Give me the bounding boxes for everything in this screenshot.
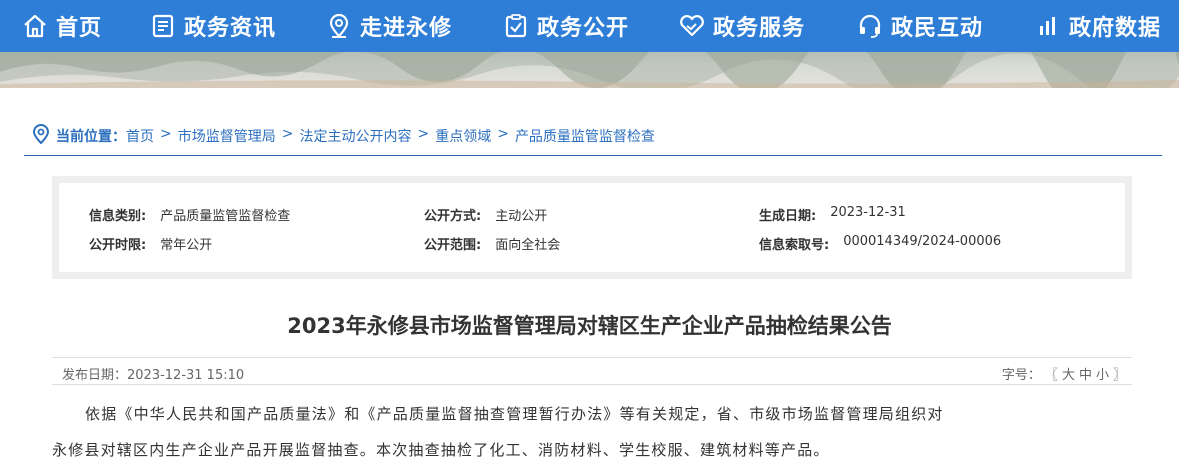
info-scope-key: 公开范围: [424, 238, 482, 253]
handshake-heart-icon [679, 13, 705, 39]
font-size-large-button[interactable]: 大 [1062, 364, 1075, 383]
publish-date: 发布日期：2023-12-31 15:10 [62, 368, 245, 383]
info-time-key: 公开时限: [89, 238, 147, 253]
breadcrumb-link-home[interactable]: 首页 [126, 126, 154, 146]
home-icon [22, 13, 48, 39]
article-paragraph-line-1: 依据《中华人民共和国产品质量法》和《产品质量监督抽查管理暂行办法》等有关规定，省… [85, 405, 944, 423]
article-paragraph-line-2: 永修县对辖区内生产企业产品开展监督抽查。本次抽查抽检了化工、消防材料、学生校服、… [52, 441, 830, 459]
breadcrumb-link-quality[interactable]: 产品质量监管监督检查 [515, 126, 655, 146]
info-category-value: 产品质量监管监督检查 [160, 209, 291, 224]
info-index-value: 000014349/2024-00006 [843, 234, 1002, 249]
nav-item-data[interactable]: 政府数据 [1035, 0, 1161, 52]
nav-item-service[interactable]: 政务服务 [679, 0, 805, 52]
location-pin-icon [32, 124, 50, 145]
font-size-switcher: 字号： 〖 大 中 小 〗 [1002, 364, 1126, 383]
info-category-key: 信息类别: [89, 209, 147, 224]
info-index-key: 信息索取号: [759, 238, 830, 253]
info-time-value: 常年公开 [160, 238, 213, 253]
breadcrumb-label: 当前位置： [56, 129, 126, 145]
nav-item-label: 政务服务 [713, 16, 806, 41]
top-nav: 首页 政务资讯 走进永修 政务公开 政务服务 政民互动 政府数据 [0, 0, 1179, 52]
bar-chart-icon [1035, 13, 1061, 39]
breadcrumb-link-market[interactable]: 市场监督管理局 [178, 126, 276, 146]
info-index: 信息索取号: 000014349/2024-00006 [759, 234, 1001, 253]
font-size-small-button[interactable]: 小 [1096, 364, 1109, 383]
breadcrumb-link-legal[interactable]: 法定主动公开内容 [299, 126, 411, 146]
info-category: 信息类别: 产品质量监管监督检查 [89, 205, 290, 224]
breadcrumb-separator: > [281, 126, 294, 142]
nav-item-label: 政民互动 [891, 16, 984, 41]
location-icon [326, 13, 352, 39]
banner-image [0, 52, 1179, 88]
info-method: 公开方式: 主动公开 [424, 205, 547, 224]
info-time: 公开时限: 常年公开 [89, 234, 212, 253]
breadcrumb: 当前位置： 首页 > 市场监督管理局 > 法定主动公开内容 > 重点领域 > 产… [24, 122, 1162, 156]
font-size-medium-button[interactable]: 中 [1079, 364, 1092, 383]
breadcrumb-link-key-areas[interactable]: 重点领域 [435, 126, 491, 146]
nav-item-label: 政务公开 [537, 16, 630, 41]
breadcrumb-separator: > [497, 126, 509, 142]
breadcrumb-separator: > [160, 126, 172, 142]
nav-item-public[interactable]: 政务公开 [503, 0, 629, 52]
nav-item-news[interactable]: 政务资讯 [150, 0, 276, 52]
font-size-label: 字号： [1001, 368, 1041, 383]
info-created-value: 2023-12-31 [830, 205, 906, 220]
breadcrumb-separator: > [417, 126, 430, 142]
nav-item-label: 首页 [56, 16, 103, 41]
info-scope: 公开范围: 面向全社会 [424, 234, 560, 253]
font-size-bracket-close: 〗 [1112, 368, 1126, 383]
font-size-bracket-open: 〖 [1044, 368, 1058, 383]
info-box: 信息类别: 产品质量监管监督检查 公开方式: 主动公开 生成日期: 2023-1… [52, 176, 1132, 279]
headset-icon [857, 13, 883, 39]
info-method-key: 公开方式: [424, 209, 482, 224]
news-icon [150, 13, 176, 39]
info-created-key: 生成日期: [759, 209, 817, 224]
clipboard-check-icon [503, 13, 529, 39]
info-created: 生成日期: 2023-12-31 [759, 205, 906, 224]
nav-item-label: 政府数据 [1069, 16, 1162, 41]
nav-item-about[interactable]: 走进永修 [326, 0, 452, 52]
info-scope-value: 面向全社会 [495, 238, 561, 253]
nav-item-home[interactable]: 首页 [22, 0, 102, 52]
nav-item-label: 走进永修 [360, 16, 453, 41]
article-meta-bar: 发布日期：2023-12-31 15:10 字号： 〖 大 中 小 〗 [52, 357, 1132, 385]
nav-item-label: 政务资讯 [184, 16, 277, 41]
info-method-value: 主动公开 [495, 209, 548, 224]
article-title: 2023年永修县市场监督管理局对辖区生产企业产品抽检结果公告 [287, 314, 892, 338]
nav-item-interact[interactable]: 政民互动 [857, 0, 983, 52]
